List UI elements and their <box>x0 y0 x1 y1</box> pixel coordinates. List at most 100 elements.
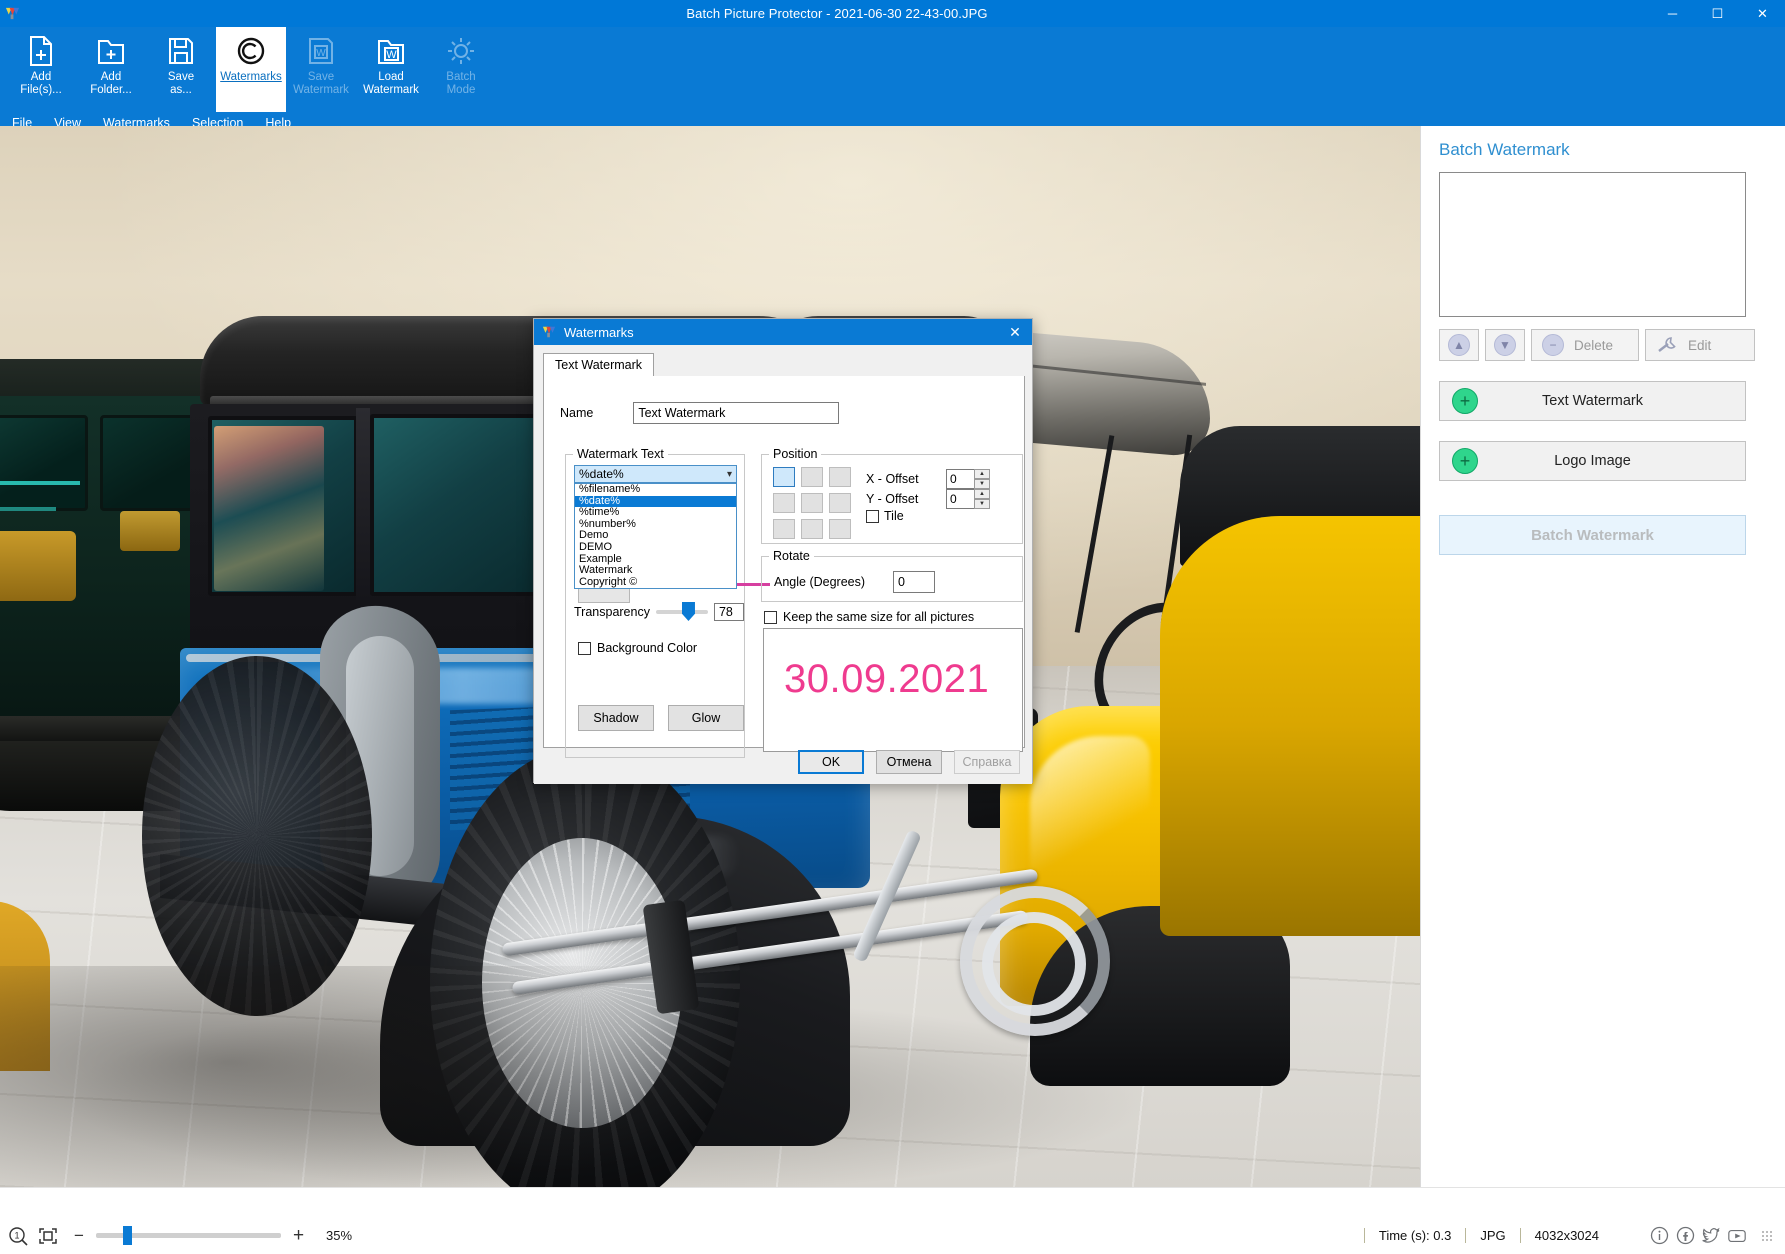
tile-row[interactable]: Tile <box>866 509 904 523</box>
x-offset-label: X - Offset <box>866 472 946 486</box>
watermark-text-legend: Watermark Text <box>573 447 668 461</box>
batch-watermark-sidebar: Batch Watermark ▲ ▼ − Delete Edit <box>1420 126 1785 1187</box>
position-cell-top-left[interactable] <box>773 467 795 487</box>
x-offset-up-icon[interactable]: ▲ <box>974 469 990 479</box>
wheel-rear <box>142 656 372 1016</box>
ribbon-save-as[interactable]: Save as... <box>146 27 216 112</box>
position-cell-bottom-right[interactable] <box>829 519 851 539</box>
y-offset-up-icon[interactable]: ▲ <box>974 489 990 499</box>
move-down-button[interactable]: ▼ <box>1485 329 1525 361</box>
cancel-button[interactable]: Отмена <box>876 750 942 774</box>
keep-same-size-checkbox[interactable] <box>764 611 777 624</box>
ribbon-save-watermark[interactable]: W Save Watermark <box>286 27 356 112</box>
font-select-button[interactable] <box>578 587 630 603</box>
list-item[interactable]: DEMO <box>575 542 736 554</box>
list-item[interactable]: Copyright © <box>575 577 736 589</box>
zoom-slider-track[interactable] <box>96 1233 281 1238</box>
dialog-close-button[interactable]: ✕ <box>998 319 1032 345</box>
position-cell-bottom-center[interactable] <box>801 519 823 539</box>
batch-watermark-button[interactable]: Batch Watermark <box>1439 515 1746 555</box>
tab-text-watermark[interactable]: Text Watermark <box>543 353 654 377</box>
fit-to-window-icon[interactable] <box>38 1227 58 1245</box>
watermark-text-group: Watermark Text %date% ▾ %filename% %date… <box>565 454 745 758</box>
app-logo-icon <box>542 325 556 339</box>
tile-checkbox[interactable] <box>866 510 879 523</box>
dialog-tabstrip: Text Watermark <box>543 353 1025 377</box>
background-color-row[interactable]: Background Color <box>578 641 697 655</box>
background-color-label: Background Color <box>597 641 697 655</box>
transparency-value-input[interactable] <box>714 603 744 621</box>
zoom-slider-thumb[interactable] <box>123 1226 132 1245</box>
resize-grip[interactable] <box>1761 1230 1773 1242</box>
move-up-button[interactable]: ▲ <box>1439 329 1479 361</box>
ribbon-batch-mode-label: Batch Mode <box>446 71 475 97</box>
position-group: Position <box>761 454 1023 544</box>
list-item[interactable]: Watermark <box>575 565 736 577</box>
status-dimensions: 4032x3024 <box>1520 1228 1613 1243</box>
position-cell-middle-left[interactable] <box>773 493 795 513</box>
zoom-slider-group[interactable]: − + <box>74 1225 304 1247</box>
name-input[interactable] <box>633 402 839 424</box>
angle-label: Angle (Degrees) <box>774 575 865 589</box>
delete-button[interactable]: − Delete <box>1531 329 1639 361</box>
window-title: Batch Picture Protector - 2021-06-30 22-… <box>24 6 1650 21</box>
minimize-button[interactable]: ─ <box>1650 0 1695 27</box>
ribbon-add-files[interactable]: Add File(s)... <box>6 27 76 112</box>
ribbon-save-as-label: Save as... <box>168 71 194 97</box>
twitter-icon[interactable] <box>1701 1226 1721 1246</box>
ribbon-add-files-label: Add File(s)... <box>20 71 62 97</box>
dialog-title-bar: Watermarks ✕ <box>534 319 1032 345</box>
dialog-buttons: OK Отмена Справка <box>798 750 1020 774</box>
list-item[interactable]: %filename% <box>575 484 736 496</box>
glow-button[interactable]: Glow <box>668 705 744 731</box>
y-offset-down-icon[interactable]: ▼ <box>974 499 990 509</box>
transparency-slider[interactable] <box>656 610 708 614</box>
position-grid <box>773 467 851 545</box>
y-offset-stepper[interactable]: 0 ▲ ▼ <box>946 489 990 509</box>
chevron-down-icon: ▼ <box>1494 334 1516 356</box>
facebook-icon[interactable] <box>1675 1226 1695 1246</box>
position-legend: Position <box>769 447 821 461</box>
add-logo-image-button[interactable]: + Logo Image <box>1439 441 1746 481</box>
rotate-legend: Rotate <box>769 549 814 563</box>
chevron-up-icon: ▲ <box>1448 334 1470 356</box>
ribbon-add-folder[interactable]: Add Folder... <box>76 27 146 112</box>
x-offset-stepper[interactable]: 0 ▲ ▼ <box>946 469 990 489</box>
background-color-checkbox[interactable] <box>578 642 591 655</box>
x-offset-down-icon[interactable]: ▼ <box>974 479 990 489</box>
ok-button[interactable]: OK <box>798 750 864 774</box>
add-text-watermark-button[interactable]: + Text Watermark <box>1439 381 1746 421</box>
x-offset-value[interactable]: 0 <box>946 469 974 489</box>
y-offset-value[interactable]: 0 <box>946 489 974 509</box>
ribbon-watermarks[interactable]: Watermarks <box>216 27 286 112</box>
help-button[interactable]: Справка <box>954 750 1020 774</box>
youtube-icon[interactable] <box>1727 1226 1747 1246</box>
zoom-out-button[interactable]: − <box>74 1226 84 1246</box>
maximize-button[interactable]: ☐ <box>1695 0 1740 27</box>
position-cell-middle-center[interactable] <box>801 493 823 513</box>
zoom-actual-size-icon[interactable]: 1 <box>8 1226 28 1246</box>
watermark-text-combo[interactable]: %date% ▾ <box>574 465 737 483</box>
close-button[interactable]: ✕ <box>1740 0 1785 27</box>
shadow-button[interactable]: Shadow <box>578 705 654 731</box>
save-watermark-icon: W <box>307 33 335 69</box>
position-cell-bottom-left[interactable] <box>773 519 795 539</box>
angle-input[interactable] <box>893 571 935 593</box>
watermark-list[interactable] <box>1439 172 1746 317</box>
zoom-in-button[interactable]: + <box>293 1225 304 1247</box>
transparency-slider-thumb[interactable] <box>682 602 695 621</box>
ribbon-load-watermark[interactable]: W Load Watermark <box>356 27 426 112</box>
position-cell-top-center[interactable] <box>801 467 823 487</box>
ribbon-batch-mode[interactable]: Batch Mode <box>426 27 496 112</box>
delete-button-label: Delete <box>1574 338 1613 353</box>
y-offset-row: Y - Offset 0 ▲ ▼ <box>866 489 990 509</box>
keep-same-size-row[interactable]: Keep the same size for all pictures <box>764 610 974 624</box>
watermark-preview: 30.09.2021 <box>763 628 1023 752</box>
watermark-text-dropdown-list[interactable]: %filename% %date% %time% %number% Demo D… <box>574 483 737 589</box>
position-cell-top-right[interactable] <box>829 467 851 487</box>
info-icon[interactable] <box>1649 1226 1669 1246</box>
edit-button[interactable]: Edit <box>1645 329 1755 361</box>
chevron-down-icon: ▾ <box>727 469 732 480</box>
position-cell-middle-right[interactable] <box>829 493 851 513</box>
y-offset-label: Y - Offset <box>866 492 946 506</box>
